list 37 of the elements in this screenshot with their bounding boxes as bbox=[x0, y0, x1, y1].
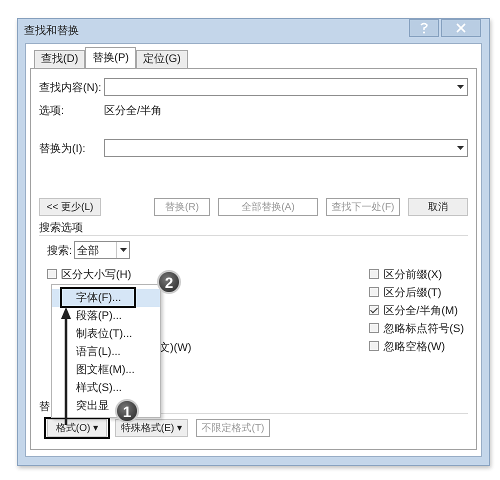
close-icon[interactable] bbox=[441, 19, 481, 37]
checkbox-option[interactable]: 区分后缀(T) bbox=[369, 283, 442, 301]
menu-item[interactable]: 段落(P)... bbox=[52, 307, 125, 325]
checkbox-option[interactable]: 忽略空格(W) bbox=[369, 337, 446, 355]
section-title: 搜索选项 bbox=[39, 220, 468, 236]
menu-item[interactable]: 突出显 bbox=[52, 397, 112, 415]
dialog-button[interactable]: << 更少(L) bbox=[39, 198, 101, 216]
tab[interactable]: 替换(P) bbox=[85, 47, 136, 69]
options-value: 区分全/半角 bbox=[104, 104, 162, 118]
menu-item[interactable]: 语言(L)... bbox=[52, 343, 124, 361]
search-label: 搜索: bbox=[47, 244, 72, 258]
step-callout: 2 bbox=[157, 270, 181, 294]
tab[interactable]: 定位(G) bbox=[136, 50, 188, 68]
checkbox-option[interactable]: 区分大小写(H) bbox=[47, 265, 132, 283]
menu-item[interactable]: 图文框(M)... bbox=[52, 361, 138, 379]
caret-icon bbox=[120, 248, 127, 252]
caret-icon bbox=[457, 85, 464, 89]
options-label: 选项: bbox=[39, 104, 66, 118]
section-title: 替 bbox=[39, 400, 50, 414]
find-label: 查找内容(N): bbox=[39, 80, 102, 94]
search-dropdown[interactable]: 全部 bbox=[74, 241, 130, 259]
menu-item[interactable]: 字体(F)... bbox=[52, 289, 160, 307]
checkbox-option[interactable]: 区分前缀(X) bbox=[369, 265, 442, 283]
caret-icon bbox=[457, 146, 464, 150]
format-button[interactable]: 特殊格式(E) ▾ bbox=[115, 419, 188, 437]
menu-item[interactable]: 制表位(T)... bbox=[52, 325, 136, 343]
replace-field[interactable] bbox=[104, 139, 468, 157]
find-field[interactable] bbox=[104, 78, 468, 96]
tab[interactable]: 查找(D) bbox=[34, 50, 86, 68]
checkbox-option[interactable]: 忽略标点符号(S) bbox=[369, 319, 464, 337]
format-button[interactable]: 格式(O) ▾ bbox=[47, 419, 107, 437]
replace-label: 替换为(I): bbox=[39, 142, 86, 156]
window-title: 查找和替换 bbox=[24, 24, 79, 38]
dialog-button[interactable]: 取消 bbox=[408, 198, 468, 216]
checkbox-option[interactable]: 区分全/半角(M) bbox=[369, 301, 458, 319]
help-icon[interactable] bbox=[409, 19, 439, 37]
menu-item[interactable]: 样式(S)... bbox=[52, 379, 125, 397]
